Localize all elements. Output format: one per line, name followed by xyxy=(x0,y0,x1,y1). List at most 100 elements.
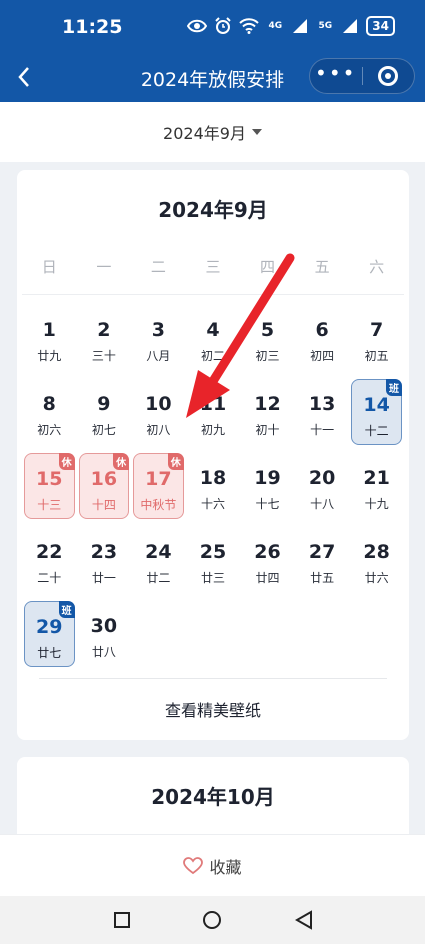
signal-bars-icon xyxy=(291,16,309,36)
lunar-date: 十九 xyxy=(364,497,389,511)
day-number: 25 xyxy=(199,541,227,563)
calendar-day-17[interactable]: 17 中秋节 休 xyxy=(133,453,184,519)
lunar-date: 廿二 xyxy=(146,571,171,585)
day-number: 26 xyxy=(254,541,281,563)
calendar-day-3[interactable]: 3 八月 xyxy=(133,305,184,371)
weekday-header: 日一二三四五六 xyxy=(22,256,404,277)
day-number: 9 xyxy=(97,393,111,415)
holiday-badge: 休 xyxy=(113,453,130,470)
triangle-back-icon xyxy=(295,910,312,930)
day-number: 12 xyxy=(254,393,281,415)
calendar-day-23[interactable]: 23 廿一 xyxy=(79,527,130,593)
calendar-day-6[interactable]: 6 初四 xyxy=(297,305,348,371)
calendar-day-21[interactable]: 21 十九 xyxy=(351,453,402,519)
day-number: 28 xyxy=(363,541,390,563)
calendar-day-9[interactable]: 9 初七 xyxy=(79,379,130,445)
calendar-day-5[interactable]: 5 初三 xyxy=(242,305,293,371)
favorite-button[interactable]: 收藏 xyxy=(0,834,425,896)
lunar-date: 初六 xyxy=(37,423,62,437)
calendar-day-28[interactable]: 28 廿六 xyxy=(351,527,402,593)
weekday-label: 二 xyxy=(150,258,166,276)
lunar-date: 十三 xyxy=(37,498,62,512)
lunar-date: 中秋节 xyxy=(140,498,177,512)
target-icon xyxy=(378,66,399,86)
calendar-day-11[interactable]: 11 初九 xyxy=(188,379,239,445)
status-bar: 11:25 4G 5G 34 xyxy=(0,0,425,56)
lunar-date: 十六 xyxy=(200,497,225,511)
day-number: 7 xyxy=(370,319,384,341)
day-number: 17 xyxy=(145,468,172,490)
lunar-date: 十八 xyxy=(310,497,335,511)
eye-icon xyxy=(187,16,208,36)
view-wallpaper-link[interactable]: 查看精美壁纸 xyxy=(17,697,409,721)
lunar-date: 廿八 xyxy=(91,645,116,659)
lunar-date: 廿一 xyxy=(91,571,116,585)
system-back-button[interactable] xyxy=(292,908,316,932)
lunar-date: 十二 xyxy=(364,424,389,438)
calendar-day-29[interactable]: 29 廿七 班 xyxy=(24,601,75,667)
wifi-icon xyxy=(239,16,260,36)
day-number: 13 xyxy=(308,393,336,415)
calendar-day-15[interactable]: 15 十三 休 xyxy=(24,453,75,519)
calendar-day-14[interactable]: 14 十二 班 xyxy=(351,379,402,445)
calendar-day-7[interactable]: 7 初五 xyxy=(351,305,402,371)
recent-apps-button[interactable] xyxy=(110,908,134,932)
weekday-label: 四 xyxy=(260,258,276,276)
square-icon xyxy=(114,912,130,928)
calendar-day-13[interactable]: 13 十一 xyxy=(297,379,348,445)
more-button[interactable]: ••• xyxy=(310,59,362,93)
calendar-day-1[interactable]: 1 廿九 xyxy=(24,305,75,371)
calendar-title: 2024年9月 xyxy=(158,198,268,222)
status-icons: 4G 5G 34 xyxy=(187,16,395,36)
close-miniapp-button[interactable] xyxy=(363,59,415,93)
signal-4g-icon: 4G xyxy=(268,20,283,31)
calendar-day-25[interactable]: 25 廿三 xyxy=(188,527,239,593)
lunar-date: 初八 xyxy=(146,423,171,437)
calendar-day-27[interactable]: 27 廿五 xyxy=(297,527,348,593)
calendar-day-16[interactable]: 16 十四 休 xyxy=(78,453,130,519)
weekday-label: 一 xyxy=(96,258,112,276)
alarm-icon xyxy=(214,16,232,36)
day-number: 8 xyxy=(42,393,56,415)
calendar-day-26[interactable]: 26 廿四 xyxy=(242,527,293,593)
day-number: 6 xyxy=(315,319,329,341)
calendar-day-18[interactable]: 18 十六 xyxy=(188,453,239,519)
workday-badge: 班 xyxy=(58,601,75,618)
calendar-day-22[interactable]: 22 二十 xyxy=(24,527,75,593)
day-number: 5 xyxy=(260,319,275,341)
calendar-day-2[interactable]: 2 三十 xyxy=(79,305,130,371)
calendar-grid: 1 廿九 2 三十 3 八月 4 初二 5 初三 6 初四 7 初五 8 初六 9 初七 10 初八 11 初九 12 初十 1… xyxy=(22,301,404,671)
calendar-day-19[interactable]: 19 十七 xyxy=(242,453,293,519)
day-number: 20 xyxy=(308,467,336,489)
calendar-day-4[interactable]: 4 初二 xyxy=(188,305,239,371)
day-number: 18 xyxy=(199,467,227,489)
lunar-date: 廿六 xyxy=(364,571,389,585)
miniapp-capsule: ••• xyxy=(309,58,415,94)
lunar-date: 初十 xyxy=(255,423,280,437)
month-selector[interactable]: 2024年9月 xyxy=(0,102,425,162)
day-number: 22 xyxy=(36,541,63,563)
calendar-day-30[interactable]: 30 廿八 xyxy=(79,601,130,667)
lunar-date: 八月 xyxy=(146,349,171,363)
weekday-label: 六 xyxy=(369,258,385,276)
day-number: 3 xyxy=(151,319,166,341)
home-button[interactable] xyxy=(200,908,224,932)
workday-badge: 班 xyxy=(385,379,402,396)
lunar-date: 十四 xyxy=(91,498,116,512)
calendar-day-12[interactable]: 12 初十 xyxy=(242,379,293,445)
weekday-label: 五 xyxy=(314,258,330,276)
calendar-day-24[interactable]: 24 廿二 xyxy=(133,527,184,593)
day-number: 2 xyxy=(97,319,111,341)
more-dots-icon: ••• xyxy=(315,61,357,85)
signal-bars-2-icon xyxy=(341,16,359,36)
day-number: 4 xyxy=(206,319,220,341)
battery-icon: 34 xyxy=(366,16,395,36)
calendar-day-8[interactable]: 8 初六 xyxy=(24,379,75,445)
calendar-day-20[interactable]: 20 十八 xyxy=(297,453,348,519)
navigation-bar: 2024年放假安排 ••• xyxy=(0,56,425,102)
day-number: 11 xyxy=(199,393,227,415)
day-number: 15 xyxy=(36,468,63,490)
calendar-day-10[interactable]: 10 初八 xyxy=(133,379,184,445)
lunar-date: 十一 xyxy=(310,423,335,437)
system-nav-bar xyxy=(0,896,425,944)
